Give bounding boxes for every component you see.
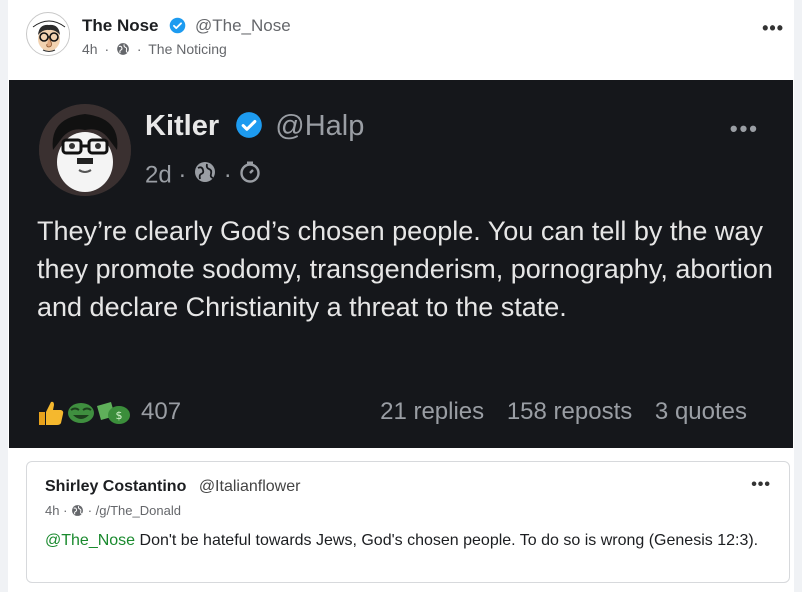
replies-count: 21 replies [380,398,485,425]
more-options-icon[interactable]: ••• [762,18,784,39]
embedded-post-body: They’re clearly God’s chosen people. You… [37,216,773,322]
reposts-count: 158 reposts [506,398,633,425]
separator-dot: · [223,161,232,189]
money-reaction-icon: $ [97,402,130,424]
embedded-time: 2d [145,161,172,189]
reply-name-row: Shirley Costantino @Italianflower [45,478,300,496]
post-meta: 4h · · The Noticing [82,41,227,59]
embedded-name-row: Kitler @Halp [145,110,364,147]
separator-dot: · [178,161,187,189]
laugh-reaction-icon [68,403,94,423]
reactions-group: $ [35,396,135,428]
reaction-count: 407 [141,398,182,425]
reply-text: Don't be hateful towards Jews, God's cho… [135,532,759,549]
separator-dot: · [104,41,110,57]
author-handle[interactable]: @The_Nose [195,16,291,35]
timer-icon [238,161,262,190]
separator-dot: · [87,503,93,518]
globe-icon [116,42,130,59]
globe-icon [71,504,84,520]
nose-avatar-icon [28,14,69,55]
embedded-handle: @Halp [275,110,365,142]
embedded-screenshot: Kitler @Halp 2d · · ••• They’re clearly … [9,80,793,448]
reply-group-link[interactable]: /g/The_Donald [96,503,181,518]
separator-dot: · [136,41,142,57]
more-options-icon: ••• [729,116,759,141]
svg-text:$: $ [116,409,123,422]
author-name[interactable]: The Nose [82,16,159,35]
post-card: The Nose @The_Nose 4h · · The Noticing •… [8,0,794,592]
reply-time[interactable]: 4h [45,503,59,518]
embedded-footer: $ 407 21 replies 158 reposts 3 quotes [35,394,775,434]
globe-icon [193,162,224,190]
cat-avatar-icon [39,104,131,196]
reply-card: Shirley Costantino @Italianflower 4h · ·… [26,461,790,583]
author-name-row: The Nose @The_Nose [82,16,291,39]
reply-body: @The_Nose Don't be hateful towards Jews,… [45,530,765,552]
embedded-author-name: Kitler [145,110,220,142]
verified-badge-icon [235,111,263,147]
separator-dot: · [63,503,68,518]
author-avatar[interactable] [26,12,70,56]
embedded-meta: 2d · · [145,160,262,191]
embedded-stats: 21 replies 158 reposts 3 quotes [364,398,747,426]
quotes-count: 3 quotes [654,398,747,425]
more-options-icon[interactable]: ••• [751,476,771,494]
post-header: The Nose @The_Nose 4h · · The Noticing •… [26,12,786,62]
embedded-avatar [39,104,131,196]
post-time[interactable]: 4h [82,41,98,57]
reply-meta: 4h · · /g/The_Donald [45,503,181,520]
reply-author-name[interactable]: Shirley Costantino [45,478,186,495]
thumbs-up-icon [39,401,64,425]
verified-badge-icon [169,17,186,39]
group-link[interactable]: The Noticing [148,41,227,57]
mention-link[interactable]: @The_Nose [45,532,135,549]
reply-author-handle[interactable]: @Italianflower [199,478,301,495]
